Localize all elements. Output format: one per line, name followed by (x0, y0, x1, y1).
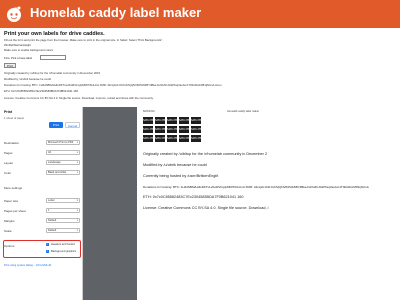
scale-select[interactable]: Default ▾ (46, 228, 80, 233)
preview-line-4: Donations for hosting: BTC: 1H4dSBS2HdGD… (143, 185, 369, 189)
layout-select[interactable]: Landscape ▾ (46, 160, 80, 165)
instruction-line-1: Fill out the form and print the page fro… (4, 38, 163, 42)
caddy-label: SATA 4TB (167, 135, 177, 142)
margins-label: Margins (4, 219, 15, 223)
color-select[interactable]: Black and white ▾ (46, 170, 80, 175)
caddy-label: SATA 4TB (179, 135, 189, 142)
preview-line-5: ETH: 0x7c0C85582483C7Ec2304583BDA7F0B621… (143, 195, 244, 199)
destination-value: Microsoft Print to PDF (48, 141, 74, 144)
scale-value: Default (48, 229, 57, 232)
reddit-logo-icon (7, 6, 21, 22)
label-grid: SATA 4TB SATA 4TB SATA 4TB SATA 4TB SATA… (143, 117, 201, 142)
scale-label: Scale (4, 229, 12, 233)
credit-line-1: Originally created by /u/bitop for the /… (4, 71, 101, 75)
more-settings-toggle[interactable]: More settings (4, 186, 22, 190)
margins-value: Default (48, 219, 57, 222)
caddy-label: SATA 4TB (155, 126, 165, 133)
print-dialog: Print 1 sheet of paper Print Cancel Dest… (0, 107, 400, 300)
color-label: Color (4, 171, 12, 175)
caddy-label: SATA 4TB (167, 126, 177, 133)
color-value: Black and white (48, 171, 67, 174)
pages-select[interactable]: All ▾ (46, 150, 80, 155)
caddy-label: SATA 4TB (191, 117, 201, 124)
base-label-select[interactable] (40, 55, 66, 60)
preview-gutter (83, 107, 137, 300)
destination-select[interactable]: Microsoft Print to PDF ▾ (46, 140, 80, 145)
caddy-label: SATA 4TB (143, 126, 153, 133)
instruction-line-3: Make sure to enable background colors (4, 48, 53, 52)
options-label: Options (4, 244, 15, 248)
chevron-down-icon: ▾ (76, 151, 78, 154)
cancel-button[interactable]: Cancel (65, 122, 80, 128)
chevron-down-icon: ▾ (76, 229, 78, 232)
app-header: Homelab caddy label maker (0, 0, 400, 28)
caddy-label: SATA 4TB (155, 135, 165, 142)
chevron-down-icon: ▾ (76, 219, 78, 222)
print-page-button[interactable]: Print (4, 63, 17, 68)
paper-size-value: Letter (48, 199, 55, 202)
base-label-prompt: First, Pick a base label (4, 56, 33, 60)
caddy-label: SATA 4TB (191, 126, 201, 133)
margins-select[interactable]: Default ▾ (46, 218, 80, 223)
caddy-label: SATA 4TB (179, 126, 189, 133)
print-dialog-title: Print (4, 110, 13, 114)
print-settings-panel: Print 1 sheet of paper Print Cancel Dest… (0, 107, 83, 300)
pages-per-sheet-select[interactable]: 1 ▾ (46, 208, 80, 213)
caddy-label: SATA 4TB (143, 117, 153, 124)
print-button[interactable]: Print (49, 122, 63, 128)
preview-line-2: Modified by /u/ubrik because he could (143, 163, 207, 167)
headers-footers-checkbox[interactable]: ✓ (46, 243, 49, 246)
background-graphics-label: Background graphics (51, 250, 77, 253)
preview-line-1: Originally created by /u/bitop for the /… (143, 152, 268, 156)
paper-size-label: Paper size (4, 199, 19, 203)
print-preview-page: 8/26/2019 Homelab caddy label maker SATA… (137, 107, 400, 300)
chevron-down-icon: ▾ (76, 199, 78, 202)
caddy-label: SATA 4TB (167, 117, 177, 124)
credit-line-5: License: Creative Commons CC BY-SA 4.0. … (4, 96, 154, 100)
preview-line-3: Currently being hosted by /user/BritkenE… (143, 174, 219, 178)
layout-value: Landscape (48, 161, 61, 164)
pages-per-sheet-value: 1 (48, 209, 50, 212)
credit-line-2: Modified by /u/ubrik because he could (4, 77, 51, 81)
caddy-label: SATA 4TB (155, 117, 165, 124)
chevron-down-icon: ▾ (76, 171, 78, 174)
instruction-line-2: WinRef/Retina/Height (4, 43, 31, 47)
headers-footers-label: Headers and footers (51, 243, 76, 246)
preview-header-date: 8/26/2019 (143, 110, 155, 113)
sheet-count: 1 sheet of paper (4, 116, 25, 120)
page-title: Homelab caddy label maker (30, 5, 202, 20)
pages-label: Pages (4, 151, 13, 155)
chevron-down-icon: ▾ (76, 141, 78, 144)
chevron-down-icon: ▾ (76, 209, 78, 212)
caddy-label: SATA 4TB (179, 117, 189, 124)
credit-line-3: Donations for hosting: BTC: 1H4dSBS2HdGD… (4, 83, 222, 87)
layout-label: Layout (4, 161, 14, 165)
preview-header-title: Homelab caddy label maker (227, 110, 260, 113)
destination-label: Destination (4, 141, 20, 145)
system-dialog-link[interactable]: Print using system dialog... (Ctrl+Shift… (4, 264, 82, 267)
paper-size-select[interactable]: Letter ▾ (46, 198, 80, 203)
background-graphics-checkbox[interactable]: ✓ (46, 250, 49, 253)
caddy-label: SATA 4TB (143, 135, 153, 142)
pages-per-sheet-label: Pages per sheet (4, 209, 26, 213)
credit-line-4: ETH: 0x7c0C85582483C7Ec2304583BDA7F0B621… (4, 89, 79, 93)
page-heading: Print your own labels for drive caddies. (4, 31, 105, 37)
pages-value: All (48, 151, 51, 154)
chevron-down-icon: ▾ (76, 161, 78, 164)
preview-line-6: License: Creative Commons CC BY-SA 4.0. … (143, 206, 269, 210)
caddy-label: SATA 4TB (191, 135, 201, 142)
